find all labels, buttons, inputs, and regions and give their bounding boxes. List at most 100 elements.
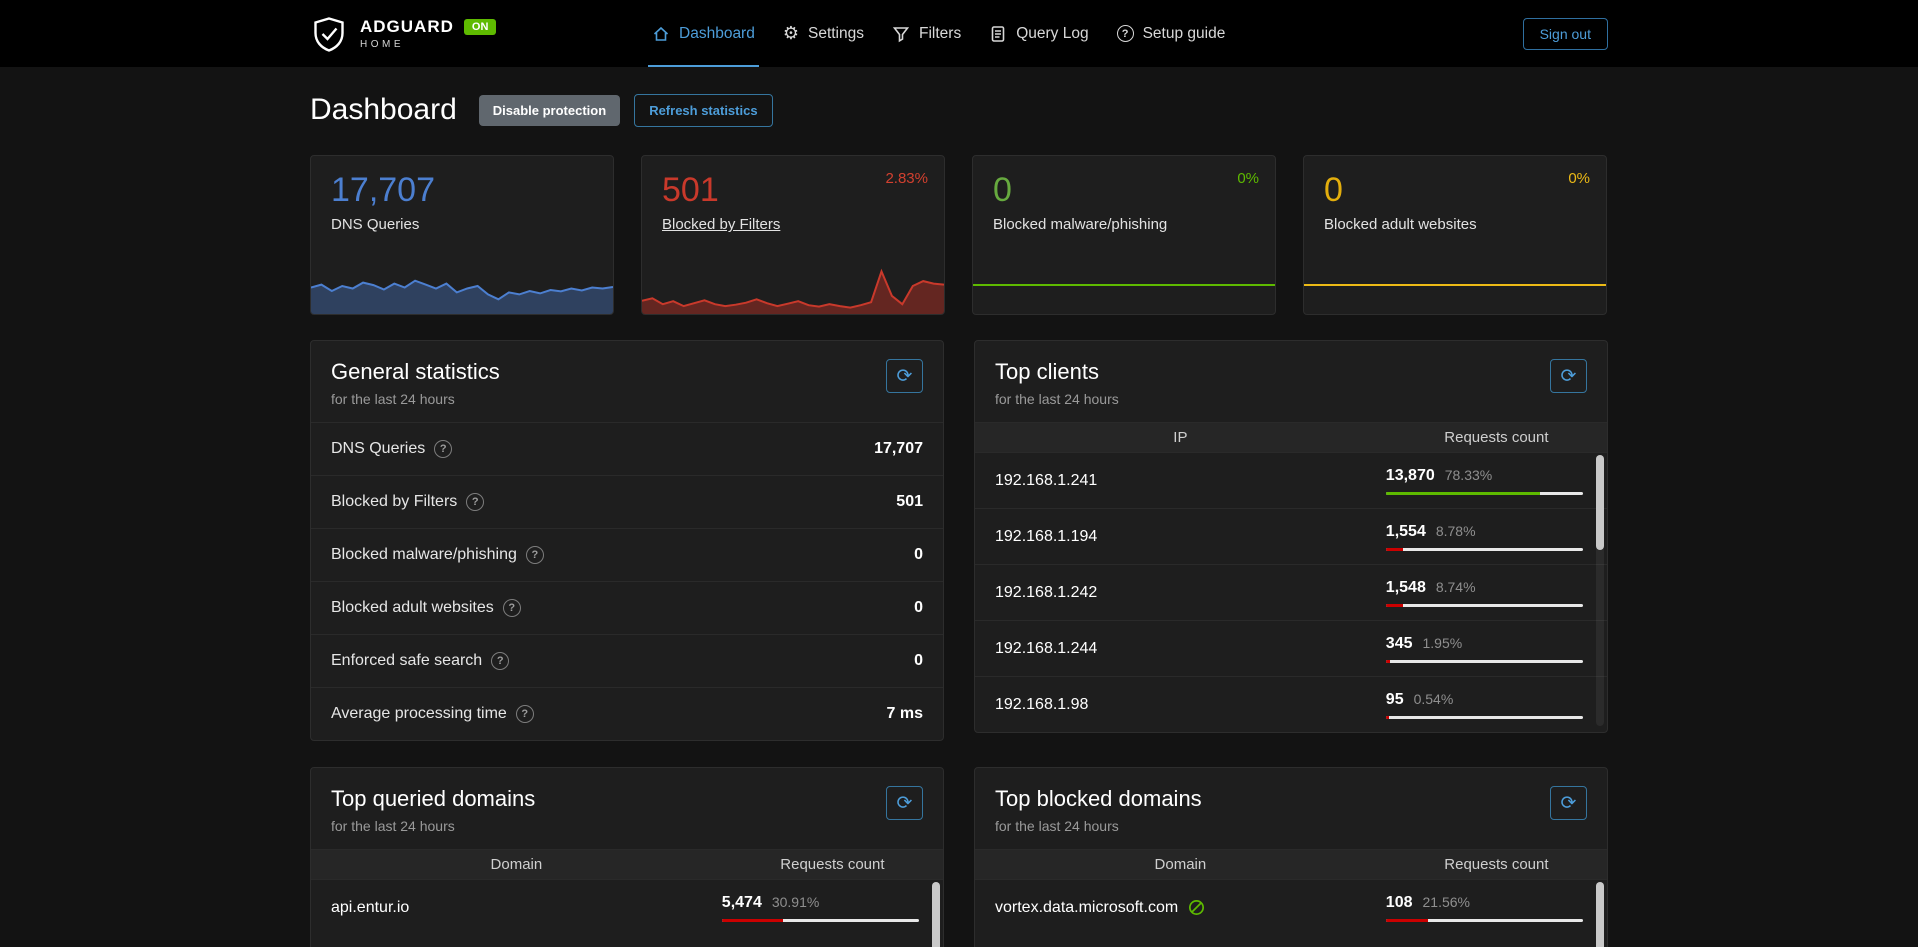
request-percent: 30.91%	[772, 894, 819, 910]
stat-value: 0	[993, 172, 1255, 209]
request-percent: 8.78%	[1436, 523, 1476, 539]
progress-bar	[1386, 660, 1583, 663]
nav-setup-guide[interactable]: ? Setup guide	[1103, 0, 1240, 67]
stat-row: Blocked by Filters? 501	[311, 475, 943, 528]
card-subtitle: for the last 24 hours	[331, 818, 535, 834]
request-percent: 8.74%	[1436, 579, 1476, 595]
table-row: 192.168.1.194 1,5548.78%	[975, 508, 1607, 564]
stat-value: 0	[1324, 172, 1586, 209]
table-row: 192.168.1.244 3451.95%	[975, 620, 1607, 676]
blocked-by-filters-sparkline	[642, 258, 944, 314]
table-header: Domain Requests count	[975, 849, 1607, 879]
queried-domain[interactable]: api.entur.io	[311, 899, 722, 917]
main-nav: Dashboard ⚙ Settings Filters	[638, 0, 1239, 67]
progress-bar	[1386, 548, 1583, 551]
table-row: 192.168.1.242 1,5488.74%	[975, 564, 1607, 620]
dns-queries-sparkline	[311, 258, 613, 314]
request-count: 5,474	[722, 894, 762, 912]
stat-row: Blocked malware/phishing? 0	[311, 528, 943, 581]
page-title: Dashboard	[310, 93, 457, 127]
top-queried-table: Domain Requests count api.entur.io 5,474…	[311, 849, 943, 935]
stat-label-link[interactable]: Blocked by Filters	[662, 216, 780, 233]
stat-row: DNS Queries? 17,707	[311, 422, 943, 475]
nav-settings[interactable]: ⚙ Settings	[769, 0, 878, 67]
request-percent: 1.95%	[1423, 635, 1463, 651]
nav-label: Dashboard	[679, 25, 755, 43]
refresh-statistics-button[interactable]: Refresh statistics	[634, 94, 772, 127]
row-value: 17,707	[874, 440, 923, 458]
stat-card-dns-queries: 17,707 DNS Queries	[310, 155, 614, 315]
stat-percent: 2.83%	[885, 170, 928, 187]
refresh-icon: ⟳	[1561, 367, 1577, 386]
progress-bar	[1386, 604, 1583, 607]
blocked-domain[interactable]: vortex.data.microsoft.com	[975, 898, 1386, 917]
nav-filters[interactable]: Filters	[878, 0, 975, 67]
stat-percent: 0%	[1568, 170, 1590, 187]
nav-label: Setup guide	[1143, 25, 1226, 43]
sign-out-button[interactable]: Sign out	[1523, 18, 1608, 50]
client-ip[interactable]: 192.168.1.98	[975, 696, 1386, 714]
column-header-requests: Requests count	[1386, 429, 1607, 446]
help-icon[interactable]: ?	[516, 705, 534, 723]
column-header-domain: Domain	[975, 856, 1386, 873]
stat-card-blocked-by-filters: 2.83% 501 Blocked by Filters	[641, 155, 945, 315]
scrollbar-thumb[interactable]	[1596, 882, 1604, 947]
request-count: 13,870	[1386, 467, 1435, 485]
client-ip[interactable]: 192.168.1.194	[975, 528, 1386, 546]
column-header-requests: Requests count	[722, 856, 943, 873]
brand-name: ADGUARD	[360, 17, 454, 37]
column-header-domain: Domain	[311, 856, 722, 873]
table-row: api.entur.io 5,474 30.91%	[311, 879, 943, 935]
refresh-general-statistics-button[interactable]: ⟳	[886, 359, 923, 393]
progress-bar	[1386, 492, 1583, 495]
refresh-top-clients-button[interactable]: ⟳	[1550, 359, 1587, 393]
nav-label: Settings	[808, 25, 864, 43]
vertical-scrollbar	[1596, 455, 1604, 726]
shield-check-icon	[310, 15, 348, 53]
adguard-home-logo[interactable]: ADGUARD ON HOME	[310, 15, 496, 53]
blocked-malware-sparkline	[973, 284, 1275, 286]
help-icon[interactable]: ?	[526, 546, 544, 564]
help-icon[interactable]: ?	[434, 440, 452, 458]
blocked-adult-sparkline	[1304, 284, 1606, 286]
row-label: Blocked malware/phishing	[331, 546, 517, 564]
help-icon[interactable]: ?	[466, 493, 484, 511]
client-ip[interactable]: 192.168.1.241	[975, 472, 1386, 490]
scrollbar-thumb[interactable]	[932, 882, 940, 947]
stat-row: Enforced safe search? 0	[311, 634, 943, 687]
stat-cards-row: 17,707 DNS Queries 2.83% 501 Blocked by …	[310, 155, 1608, 315]
refresh-top-blocked-button[interactable]: ⟳	[1550, 786, 1587, 820]
row-value: 0	[914, 546, 923, 564]
client-ip[interactable]: 192.168.1.244	[975, 640, 1386, 658]
request-count: 95	[1386, 691, 1404, 709]
progress-bar	[1386, 716, 1583, 719]
table-row: 192.168.1.98 95 0.54%	[975, 676, 1607, 732]
stat-label[interactable]: Blocked adult websites	[1324, 216, 1477, 233]
request-percent: 0.54%	[1414, 691, 1454, 707]
stat-label[interactable]: DNS Queries	[331, 216, 419, 233]
refresh-icon: ⟳	[897, 794, 913, 813]
gear-icon: ⚙	[783, 23, 799, 44]
refresh-icon: ⟳	[897, 367, 913, 386]
help-circle-icon: ?	[1117, 25, 1134, 42]
help-icon[interactable]: ?	[503, 599, 521, 617]
row-label: Blocked by Filters	[331, 493, 457, 511]
disable-protection-button[interactable]: Disable protection	[479, 95, 620, 126]
stat-label[interactable]: Blocked malware/phishing	[993, 216, 1167, 233]
scrollbar-thumb[interactable]	[1596, 455, 1604, 550]
request-percent: 78.33%	[1445, 467, 1492, 483]
stat-card-blocked-malware: 0% 0 Blocked malware/phishing	[972, 155, 1276, 315]
column-header-ip: IP	[975, 429, 1386, 446]
nav-dashboard[interactable]: Dashboard	[638, 0, 769, 67]
general-statistics-table: DNS Queries? 17,707 Blocked by Filters? …	[311, 422, 943, 740]
progress-bar	[722, 919, 919, 922]
row-value: 0	[914, 599, 923, 617]
brand-subtitle: HOME	[360, 39, 496, 50]
nav-query-log[interactable]: Query Log	[975, 0, 1102, 67]
refresh-top-queried-button[interactable]: ⟳	[886, 786, 923, 820]
table-row: vortex.data.microsoft.com 10821.56%	[975, 879, 1607, 935]
help-icon[interactable]: ?	[491, 652, 509, 670]
client-ip[interactable]: 192.168.1.242	[975, 584, 1386, 602]
app-header: ADGUARD ON HOME Dashboard ⚙ Settings	[0, 0, 1918, 67]
card-subtitle: for the last 24 hours	[995, 391, 1119, 407]
